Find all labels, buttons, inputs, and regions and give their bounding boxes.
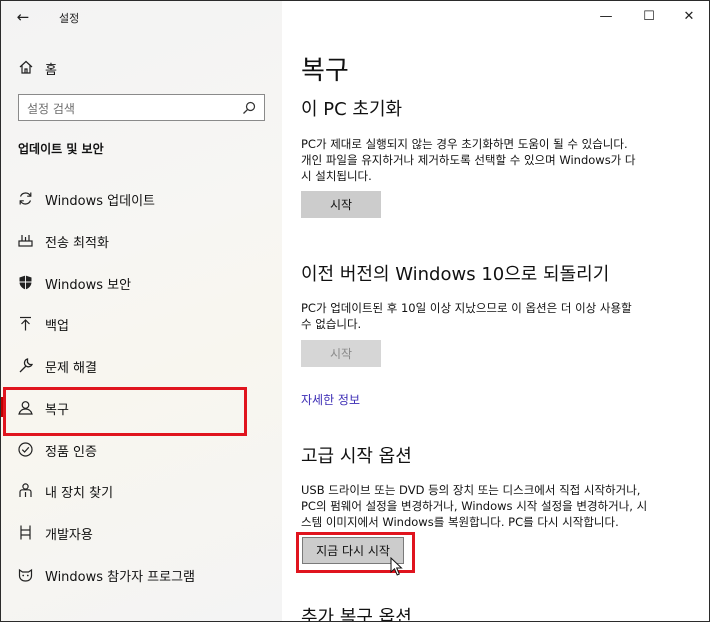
additional-recovery-heading: 추가 복구 옵션: [301, 607, 412, 622]
search-icon[interactable]: [242, 101, 256, 115]
sidebar-item-troubleshoot[interactable]: 문제 해결: [1, 348, 282, 382]
description-line: USB 드라이브 또는 DVD 등의 장치 또는 디스크에서 직접 시작하거나,: [301, 483, 641, 497]
wrench-icon: [19, 358, 34, 373]
sidebar-item-label: 내 장치 찾기: [45, 486, 114, 501]
learn-more-link[interactable]: 자세한 정보: [301, 391, 360, 408]
description-line: 스템 이미지에서 Windows를 복원합니다. PC를 다시 시작합니다.: [301, 515, 619, 529]
reset-pc-description: PC가 제대로 실행되지 않는 경우 초기화하면 도움이 될 수 있습니다. 개…: [301, 136, 693, 184]
sidebar-item-label: 홈: [45, 63, 57, 78]
sidebar-item-windows-security[interactable]: Windows 보안: [1, 265, 282, 299]
description-line: 수 없습니다.: [301, 317, 362, 331]
sidebar-item-home[interactable]: 홈: [1, 53, 282, 81]
minimize-button[interactable]: —: [596, 9, 616, 25]
highlight-box-recovery: [3, 387, 247, 436]
go-back-start-button[interactable]: 시작: [301, 340, 381, 367]
description-line: 시 설치됩니다.: [301, 169, 372, 183]
app-title: 설정: [59, 12, 80, 25]
description-line: 개인 파일을 유지하거나 제거하도록 선택할 수 있으며 Windows가 다: [301, 153, 636, 167]
sidebar-item-find-my-device[interactable]: 내 장치 찾기: [1, 473, 282, 507]
reset-pc-start-button[interactable]: 시작: [301, 191, 381, 218]
sync-icon: [19, 192, 32, 205]
search-input[interactable]: 설정 검색: [18, 94, 265, 121]
sidebar-item-delivery-optimization[interactable]: 전송 최적화: [1, 223, 282, 257]
section-title: 업데이트 및 보안: [18, 142, 104, 156]
shield-icon: [19, 275, 32, 290]
sidebar-item-label: 개발자용: [45, 528, 93, 543]
advanced-startup-description: USB 드라이브 또는 DVD 등의 장치 또는 디스크에서 직접 시작하거나,…: [301, 482, 693, 530]
home-icon: [19, 60, 33, 74]
sidebar: ← 설정 홈 설정 검색 업데이트 및 보안 Windows 업데이트 전송 최…: [1, 1, 282, 621]
sidebar-item-label: 백업: [45, 319, 69, 334]
developer-tools-icon: [20, 525, 31, 540]
sidebar-item-windows-update[interactable]: Windows 업데이트: [1, 181, 282, 215]
sidebar-item-windows-insider[interactable]: Windows 참가자 프로그램: [1, 557, 282, 591]
main-content: — ☐ ✕ 복구 이 PC 초기화 PC가 제대로 실행되지 않는 경우 초기화…: [282, 1, 709, 621]
sidebar-item-activation[interactable]: 정품 인증: [1, 432, 282, 466]
maximize-button[interactable]: ☐: [639, 9, 659, 25]
description-line: PC의 펌웨어 설정을 변경하거나, Windows 시작 설정을 변경하거나,…: [301, 499, 648, 513]
go-back-heading: 이전 버전의 Windows 10으로 되돌리기: [301, 264, 610, 285]
close-button[interactable]: ✕: [679, 9, 699, 25]
delivery-optimization-icon: [18, 235, 33, 247]
sidebar-item-label: Windows 참가자 프로그램: [45, 570, 196, 585]
check-circle-icon: [18, 442, 33, 457]
insider-cat-icon: [18, 568, 33, 582]
sidebar-item-label: 문제 해결: [45, 361, 97, 376]
description-line: PC가 업데이트된 후 10일 이상 지났으므로 이 옵션은 더 이상 사용할: [301, 301, 632, 315]
advanced-startup-heading: 고급 시작 옵션: [301, 446, 412, 467]
mouse-pointer-icon: [390, 557, 403, 576]
sidebar-item-label: Windows 보안: [45, 278, 132, 293]
sidebar-item-backup[interactable]: 백업: [1, 306, 282, 340]
sidebar-item-label: Windows 업데이트: [45, 194, 156, 209]
reset-pc-heading: 이 PC 초기화: [301, 99, 403, 120]
backup-arrow-icon: [20, 316, 31, 331]
go-back-description: PC가 업데이트된 후 10일 이상 지났으므로 이 옵션은 더 이상 사용할 …: [301, 300, 693, 332]
search-placeholder: 설정 검색: [27, 102, 75, 116]
page-title: 복구: [301, 56, 349, 86]
sidebar-item-label: 정품 인증: [45, 445, 97, 460]
person-pin-icon: [19, 483, 32, 497]
sidebar-item-label: 전송 최적화: [45, 236, 109, 251]
sidebar-item-for-developers[interactable]: 개발자용: [1, 515, 282, 549]
title-bar: ← 설정: [1, 1, 282, 34]
description-line: PC가 제대로 실행되지 않는 경우 초기화하면 도움이 될 수 있습니다.: [301, 137, 628, 151]
settings-window: ← 설정 홈 설정 검색 업데이트 및 보안 Windows 업데이트 전송 최…: [0, 0, 710, 622]
back-button[interactable]: ←: [11, 6, 35, 28]
